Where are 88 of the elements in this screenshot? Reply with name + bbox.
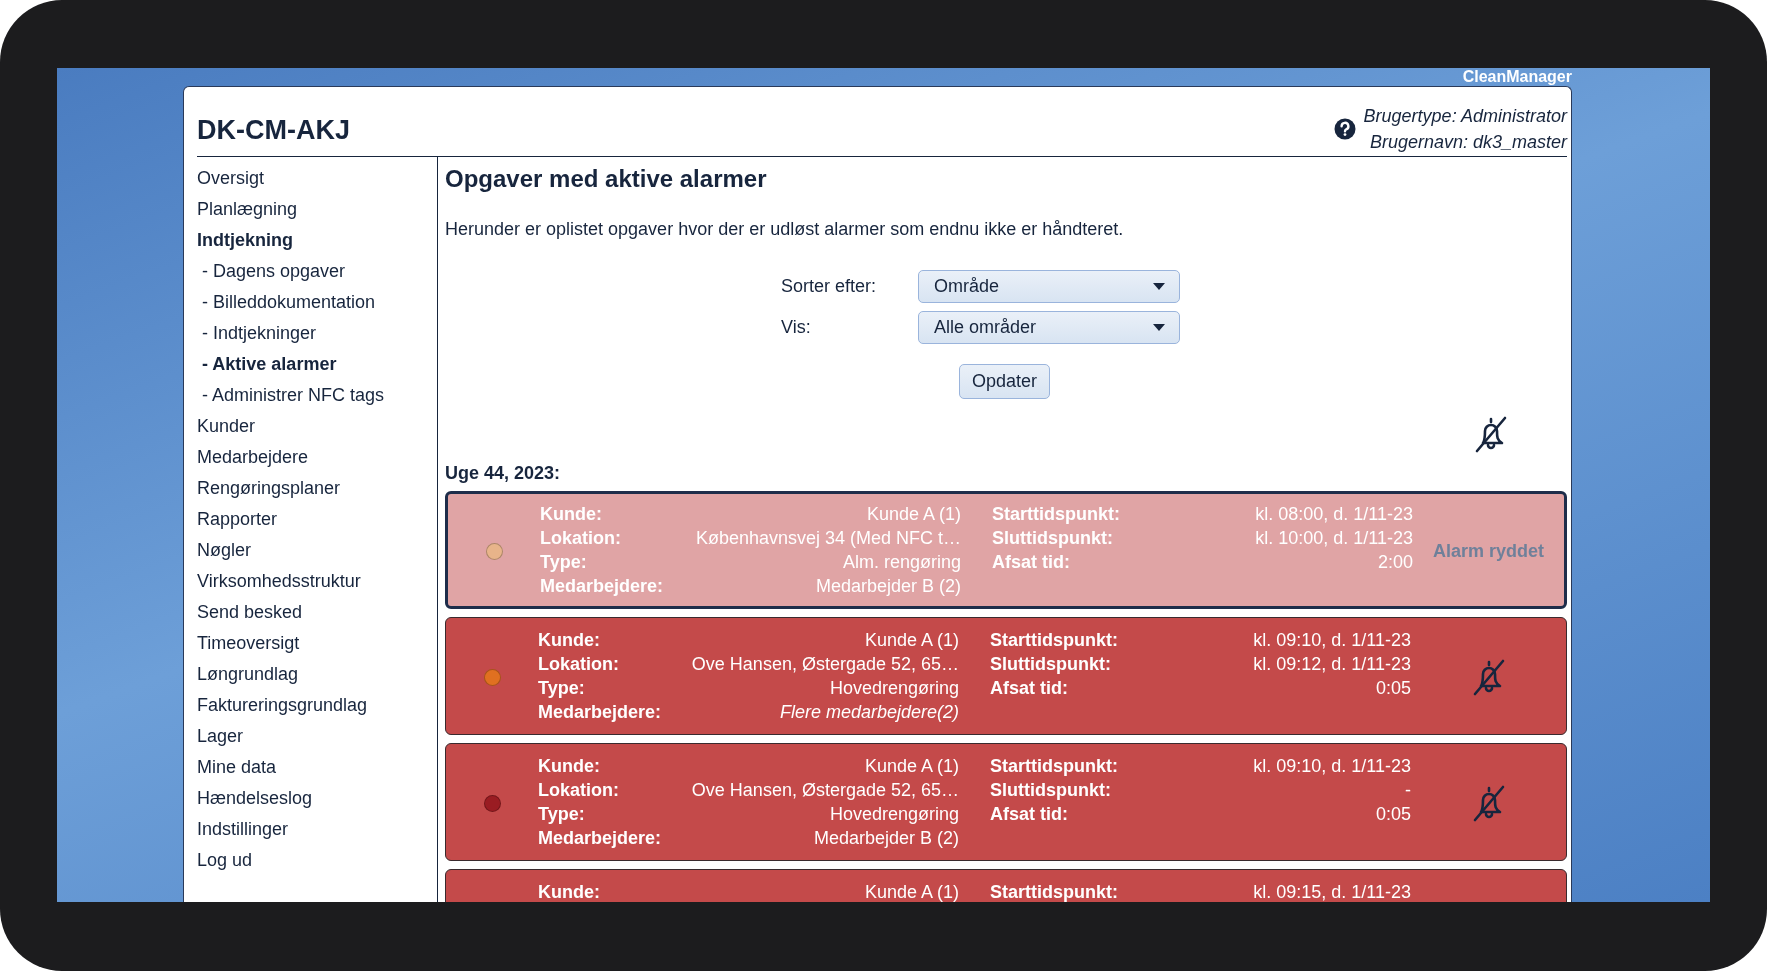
field-value: 0:05	[1374, 677, 1411, 700]
user-name: Brugernavn: dk3_master	[1369, 131, 1567, 154]
sidebar-item[interactable]: Kunder	[197, 413, 437, 444]
field-label: Starttidspunkt:	[990, 629, 1118, 652]
user-type: Brugertype: Administrator	[1363, 105, 1567, 128]
field-label: Kunde:	[538, 629, 601, 652]
field-label: Type:	[538, 803, 586, 826]
field-label: Type:	[540, 551, 588, 574]
field-value: Ove Hansen, Østergade 52, 65…	[690, 779, 959, 802]
field-value: Kunde A (1)	[863, 755, 959, 778]
field-label: Kunde:	[538, 881, 600, 902]
page-heading: Opgaver med aktive alarmer	[445, 165, 768, 193]
field-label: Starttidspunkt:	[990, 755, 1118, 778]
field-label: Sluttidspunkt:	[990, 779, 1112, 802]
sidebar-item[interactable]: Log ud	[197, 847, 437, 878]
help-icon[interactable]	[1333, 118, 1356, 140]
alarm-card[interactable]: Kunde: Kunde A (1) Lokation: Ove Hansen, Østergade 52, 65… Type: Hovedrengøring Medarbejdere: Medarbejder B (2) Starttidspunkt: kl. 09:10, d. 1/11-23 Sluttidspunkt: - Afsat tid: 0:05	[445, 743, 1567, 861]
sidebar-item[interactable]: Indstillinger	[197, 816, 437, 847]
sidebar-item[interactable]: - Indtjekninger	[197, 320, 437, 351]
field-label: Lokation:	[538, 653, 620, 676]
site-title: DK-CM-AKJ	[197, 115, 350, 146]
sidebar-item[interactable]: - Dagens opgaver	[197, 258, 437, 289]
field-value: Medarbejder B (2)	[814, 575, 961, 598]
field-value: kl. 10:00, d. 1/11-23	[1254, 527, 1413, 550]
sidebar-item[interactable]: Timeoversigt	[197, 630, 437, 661]
field-value: Hovedrengøring	[828, 803, 959, 826]
field-value: kl. 09:12, d. 1/11-23	[1252, 653, 1411, 676]
field-label: Afsat tid:	[990, 677, 1069, 700]
intro-text: Herunder er oplistet opgaver hvor der er udløst alarmer som endnu ikke er håndteret.	[445, 219, 1125, 240]
field-value: kl. 09:10, d. 1/11-23	[1252, 755, 1411, 778]
field-label: Sorter efter:	[781, 276, 878, 297]
field-value: Medarbejder B (2)	[812, 827, 959, 850]
dropdown[interactable]: Alle områder	[918, 311, 1180, 344]
field-value: kl. 09:15, d. 1/11-23	[1252, 881, 1411, 902]
field-label: Medarbejdere:	[540, 575, 664, 598]
dropdown[interactable]: Område	[918, 270, 1180, 303]
field-value: Alm. rengøring	[841, 551, 961, 574]
update-button[interactable]: Opdater	[959, 364, 1051, 399]
sidebar-item[interactable]: Oversigt	[197, 165, 437, 196]
mute-all-icon[interactable]	[1473, 415, 1509, 453]
sidebar-item[interactable]: - Billeddokumentation	[197, 289, 437, 320]
field-label: Vis:	[781, 317, 812, 338]
sidebar-item[interactable]: Rapporter	[197, 506, 437, 537]
field-value: Kunde A (1)	[863, 629, 959, 652]
sidebar-item[interactable]: - Administrer NFC tags	[197, 382, 437, 413]
sidebar-item[interactable]: Indtjekning	[197, 227, 437, 258]
sidebar-item[interactable]: Nøgler	[197, 537, 437, 568]
field-value: Flere medarbejdere(2)	[778, 701, 959, 724]
sidebar-item[interactable]: Rengøringsplaner	[197, 475, 437, 506]
field-value: -	[1404, 779, 1411, 802]
sidebar-item[interactable]: Løngrundlag	[197, 661, 437, 692]
field-value: Ove Hansen, Østergade 52, 65…	[690, 653, 959, 676]
field-value: 0:05	[1374, 803, 1411, 826]
field-value: kl. 09:10, d. 1/11-23	[1252, 629, 1411, 652]
field-label: Kunde:	[538, 755, 601, 778]
field-label: Starttidspunkt:	[990, 881, 1118, 902]
alarm-card[interactable]: Kunde: Kunde A (1) Starttidspunkt: kl. 09:15, d. 1/11-23	[445, 869, 1567, 902]
field-value: kl. 08:00, d. 1/11-23	[1254, 503, 1413, 526]
field-label: Sluttidspunkt:	[990, 653, 1112, 676]
field-label: Starttidspunkt:	[992, 503, 1120, 526]
sidebar-item[interactable]: Virksomhedsstruktur	[197, 568, 437, 599]
sidebar-item[interactable]: Faktureringsgrundlag	[197, 692, 437, 723]
field-label: Afsat tid:	[992, 551, 1071, 574]
app-name: CleanManager	[1462, 68, 1572, 86]
field-value: Københavnsvej 34 (Med NFC t…	[694, 527, 961, 550]
sidebar-item[interactable]: Send besked	[197, 599, 437, 630]
field-value: Hovedrengøring	[828, 677, 959, 700]
sidebar-item[interactable]: Mine data	[197, 754, 437, 785]
sidebar-item[interactable]: Medarbejdere	[197, 444, 437, 475]
sidebar-item[interactable]: Hændelseslog	[197, 785, 437, 816]
alarm-card[interactable]	[445, 491, 1567, 609]
sidebar-item[interactable]: - Aktive alarmer	[197, 351, 437, 382]
field-label: Lokation:	[538, 779, 620, 802]
field-label: Type:	[538, 677, 586, 700]
sidebar-item[interactable]: Lager	[197, 723, 437, 754]
alarm-status-text: Alarm ryddet	[1432, 540, 1544, 562]
sidebar-item[interactable]: Planlægning	[197, 196, 437, 227]
field-label: Medarbejdere:	[538, 701, 662, 724]
field-label: Medarbejdere:	[538, 827, 662, 850]
field-label: Kunde:	[540, 503, 603, 526]
field-label: Afsat tid:	[990, 803, 1069, 826]
field-label: Sluttidspunkt:	[992, 527, 1114, 550]
alarm-card[interactable]	[445, 617, 1567, 735]
field-value: 2:00	[1376, 551, 1413, 574]
week-heading: Uge 44, 2023:	[445, 463, 562, 484]
field-value: Kunde A (1)	[865, 503, 961, 526]
field-label: Lokation:	[540, 527, 622, 550]
field-value: Kunde A (1)	[863, 881, 959, 902]
